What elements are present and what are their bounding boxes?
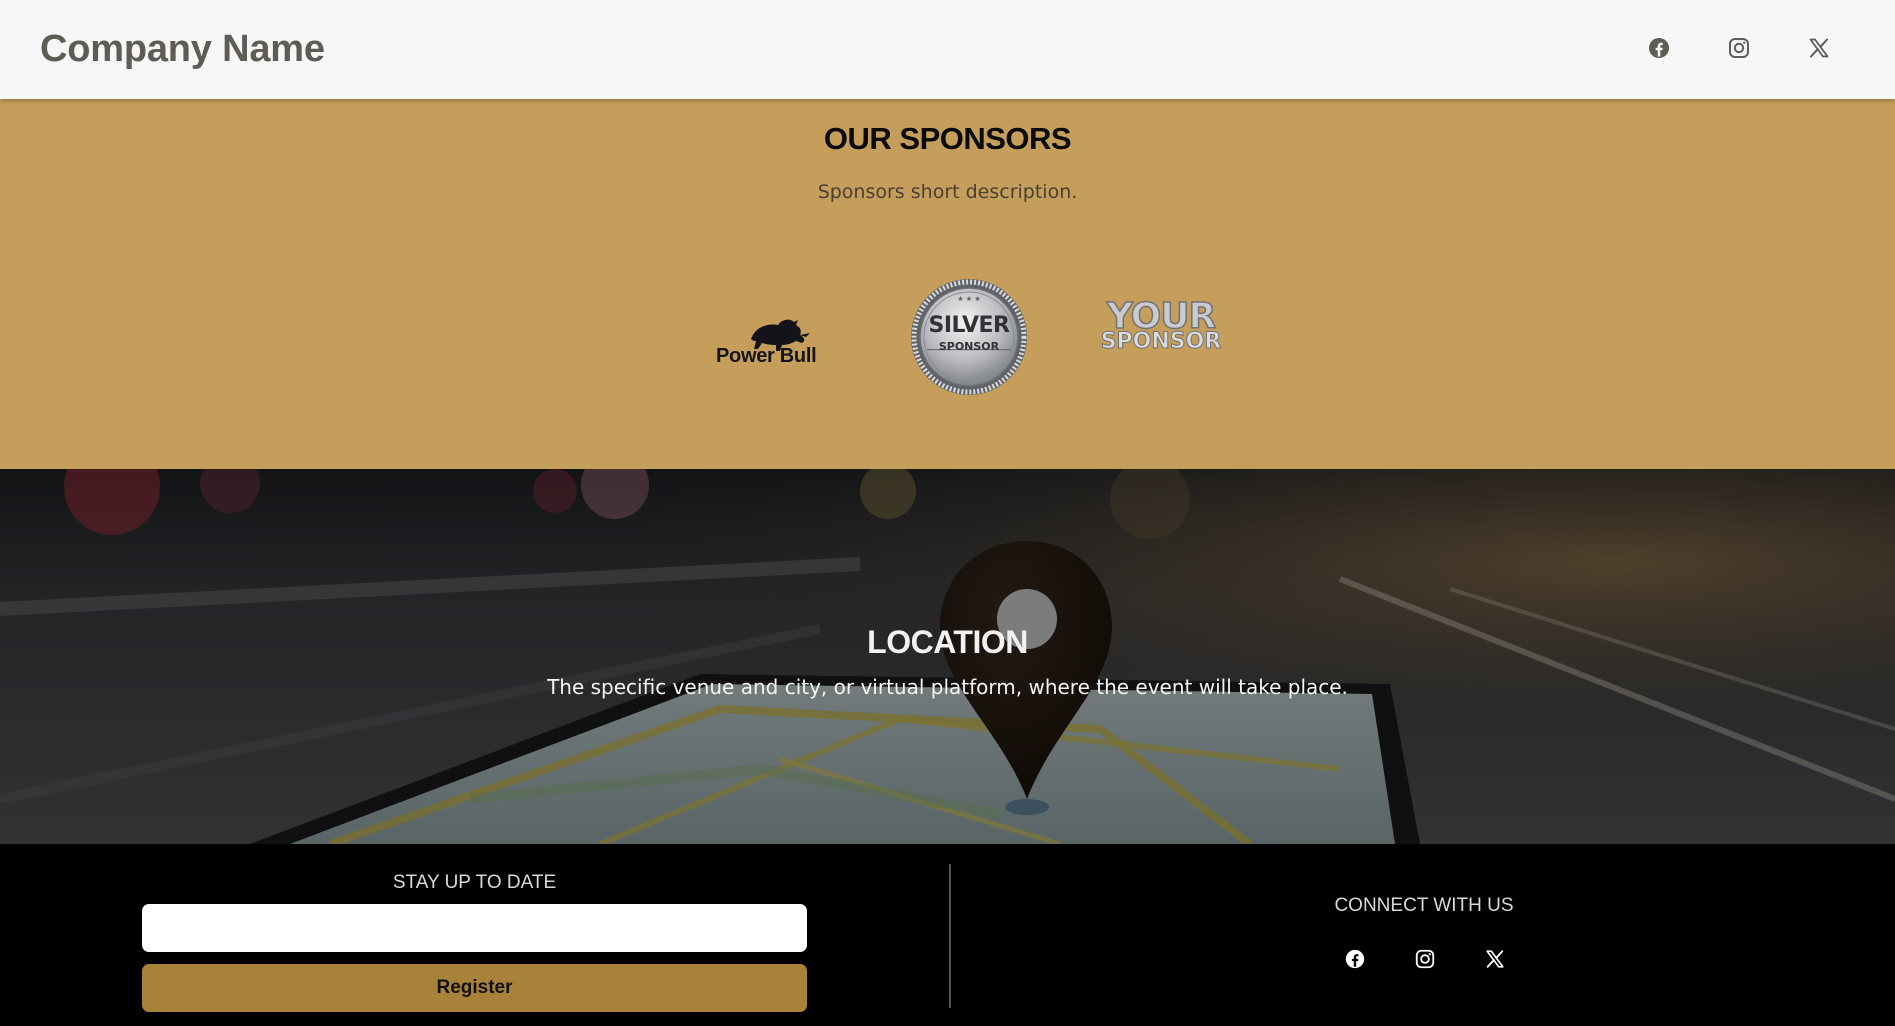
company-name[interactable]: Company Name (40, 28, 325, 71)
location-description: The specific venue and city, or virtual … (547, 675, 1348, 699)
header-x-link[interactable] (1802, 31, 1836, 65)
facebook-icon (1345, 949, 1365, 969)
silver-medal-subtext: SPONSOR (938, 340, 1000, 353)
instagram-icon (1415, 949, 1435, 969)
connect-label: CONNECT WITH US (1334, 895, 1514, 916)
silver-medal-text: SILVER (928, 313, 1010, 338)
location-section: LOCATION The specific venue and city, or… (0, 469, 1895, 844)
newsletter-label: STAY UP TO DATE (392, 872, 557, 893)
location-title: LOCATION (867, 624, 1028, 660)
footer-facebook-link[interactable] (1339, 943, 1371, 975)
x-twitter-icon (1486, 950, 1504, 968)
sponsor-logo-your-sponsor[interactable]: YOUR SPONSOR (1100, 298, 1222, 364)
register-button[interactable]: Register (142, 964, 807, 1012)
footer-divider (949, 864, 951, 1008)
sponsors-title: OUR SPONSORS (823, 121, 1072, 156)
your-sponsor-subtext: SPONSOR (1100, 329, 1222, 354)
instagram-icon (1729, 38, 1749, 58)
site-footer: STAY UP TO DATE Register CONNECT WITH US (0, 844, 1895, 1026)
sponsor-logo-power-bull[interactable]: Power Bull (716, 309, 842, 369)
sponsor-logo-silver[interactable]: ★ ★ ★ SILVER SPONSOR (909, 277, 1029, 397)
x-twitter-icon (1809, 38, 1829, 58)
footer-instagram-link[interactable] (1409, 943, 1441, 975)
facebook-icon (1649, 38, 1669, 58)
header-facebook-link[interactable] (1642, 31, 1676, 65)
footer-x-link[interactable] (1479, 943, 1511, 975)
sponsors-description: Sponsors short description. (817, 181, 1078, 203)
power-bull-wordmark: Power Bull (716, 345, 817, 367)
newsletter-email-input[interactable] (142, 904, 807, 952)
site-header: Company Name (0, 0, 1895, 99)
svg-text:★ ★ ★: ★ ★ ★ (957, 295, 980, 303)
sponsors-section: OUR SPONSORS Sponsors short description.… (0, 99, 1895, 469)
header-instagram-link[interactable] (1722, 31, 1756, 65)
